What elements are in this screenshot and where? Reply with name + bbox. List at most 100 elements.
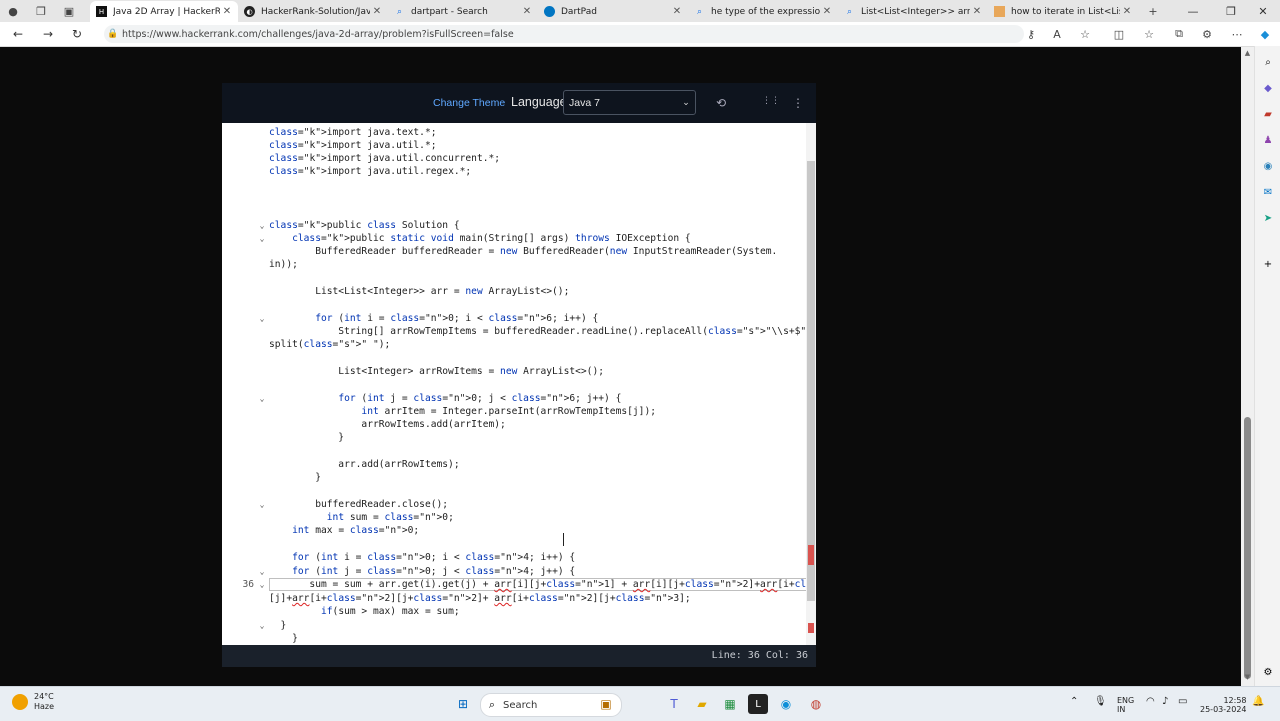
tab-dartpart-search[interactable]: ⌕ dartpart - Search ✕: [388, 1, 538, 22]
battery-icon[interactable]: ▭: [1178, 696, 1187, 707]
copilot-icon[interactable]: ◆: [1256, 25, 1274, 43]
fold-chevron-icon[interactable]: ⌄: [256, 619, 268, 632]
scroll-down-icon[interactable]: ▼: [1241, 673, 1254, 681]
toolbox-icon[interactable]: ▰: [1259, 106, 1277, 122]
tag-icon[interactable]: ◆: [1259, 80, 1277, 96]
code-line[interactable]: for (int i = class="n">0; i < class="n">…: [222, 551, 806, 564]
minimize-icon[interactable]: —: [1176, 0, 1210, 22]
page-scrollbar[interactable]: ▲ ▼: [1241, 47, 1254, 686]
change-theme-link[interactable]: Change Theme: [433, 97, 505, 109]
start-icon[interactable]: ⊞: [453, 694, 473, 714]
code-line[interactable]: ⌄ for (int j = class="n">0; j < class="n…: [222, 392, 806, 405]
clock[interactable]: 12:58 25-03-2024: [1200, 696, 1247, 714]
code-scrollbar-thumb[interactable]: [807, 161, 815, 601]
favorite-star-icon[interactable]: ☆: [1076, 25, 1094, 43]
code-line[interactable]: }: [222, 471, 806, 484]
close-icon[interactable]: ✕: [970, 6, 984, 17]
notification-bell-icon[interactable]: 🔔: [1252, 696, 1264, 707]
widget-icon[interactable]: ▣: [596, 694, 616, 714]
teams-icon[interactable]: T: [664, 694, 684, 714]
code-line[interactable]: arrRowItems.add(arrItem);: [222, 418, 806, 431]
outlook-icon[interactable]: ✉: [1259, 184, 1277, 200]
volume-icon[interactable]: ♪: [1162, 696, 1168, 707]
close-icon[interactable]: ✕: [820, 6, 834, 17]
code-line[interactable]: 36 ⌄ sum = sum + arr.get(i).get(j) + arr[…: [222, 578, 806, 591]
code-line[interactable]: arr.add(arrRowItems);: [222, 458, 806, 471]
fold-chevron-icon[interactable]: ⌄: [256, 392, 268, 405]
office-icon[interactable]: ◉: [1259, 158, 1277, 174]
code-line[interactable]: List<Integer> arrRowItems = new ArrayLis…: [222, 365, 806, 378]
fold-chevron-icon[interactable]: ⌄: [256, 565, 268, 578]
tab-list-search[interactable]: ⌕ List<List<Integer>> arr = new ✕: [838, 1, 988, 22]
code-line[interactable]: int sum = class="n">0;: [222, 511, 806, 524]
close-icon[interactable]: ✕: [220, 6, 234, 17]
back-icon[interactable]: ←: [8, 24, 28, 44]
code-line[interactable]: BufferedReader bufferedReader = new Buff…: [222, 245, 806, 258]
fold-chevron-icon[interactable]: ⌄: [256, 219, 268, 232]
close-icon[interactable]: ✕: [520, 6, 534, 17]
fold-chevron-icon[interactable]: ⌄: [256, 312, 268, 325]
forward-icon[interactable]: →: [38, 24, 58, 44]
favorites-icon[interactable]: ☆: [1140, 25, 1158, 43]
restore-icon[interactable]: ❐: [1214, 0, 1248, 22]
file-explorer-icon[interactable]: ▰: [692, 694, 712, 714]
code-line[interactable]: class="k">import java.util.regex.*;: [222, 165, 806, 178]
code-line[interactable]: class="k">import java.util.concurrent.*;: [222, 152, 806, 165]
code-line[interactable]: ⌄ for (int j = class="n">0; j < class="n…: [222, 565, 806, 578]
games-icon[interactable]: ♟: [1259, 132, 1277, 148]
tab-actions-icon[interactable]: ▣: [56, 0, 82, 22]
close-icon[interactable]: ✕: [670, 6, 684, 17]
code-scrollbar[interactable]: [806, 123, 816, 645]
code-line[interactable]: }: [222, 431, 806, 444]
tab-github[interactable]: ◐ HackerRank-Solution/Java/Jav ✕: [238, 1, 388, 22]
refresh-icon[interactable]: ↻: [67, 24, 87, 44]
collections-icon[interactable]: ⧉: [1170, 25, 1188, 43]
code-line[interactable]: ⌄ }: [222, 619, 806, 632]
fold-chevron-icon[interactable]: ⌄: [256, 578, 268, 591]
mic-icon[interactable]: 🎙: [1094, 696, 1107, 707]
code-line[interactable]: ⌄ bufferedReader.close();: [222, 498, 806, 511]
tab-java-2d-array[interactable]: H Java 2D Array | HackerRank ✕: [90, 1, 238, 22]
fullscreen-icon[interactable]: ⋮⋮: [762, 96, 780, 106]
code-line[interactable]: }: [222, 632, 806, 645]
code-line[interactable]: int max = class="n">0;: [222, 524, 806, 537]
url-field[interactable]: 🔒 https://www.hackerrank.com/challenges/…: [104, 25, 1024, 43]
code-line[interactable]: [j]+arr[i+class="n">2][j+class="n">2]+ a…: [222, 592, 806, 605]
app-l-icon[interactable]: L: [748, 694, 768, 714]
code-line[interactable]: ⌄ class="k">public class Solution {: [222, 219, 806, 232]
key-icon[interactable]: ⚷: [1022, 25, 1040, 43]
split-screen-icon[interactable]: ◫: [1110, 25, 1128, 43]
close-window-icon[interactable]: ✕: [1246, 0, 1280, 22]
tab-dartpad[interactable]: DartPad ✕: [538, 1, 688, 22]
code-line[interactable]: if(sum > max) max = sum;: [222, 605, 806, 618]
add-icon[interactable]: +: [1259, 256, 1277, 272]
workspaces-icon[interactable]: ❐: [28, 0, 54, 22]
code-editor[interactable]: class="k">import java.text.*; class="k">i…: [222, 123, 806, 645]
wifi-icon[interactable]: ◠: [1146, 696, 1155, 707]
profile-icon[interactable]: ●: [0, 0, 26, 22]
tray-chevron-icon[interactable]: ⌃: [1070, 696, 1078, 707]
search-icon[interactable]: ⌕: [1259, 54, 1277, 70]
language-select[interactable]: Java 7 ⌄: [563, 90, 696, 115]
store-icon[interactable]: ▦: [720, 694, 740, 714]
edge-browser-icon[interactable]: ◉: [776, 694, 796, 714]
drop-icon[interactable]: ➤: [1259, 210, 1277, 226]
code-line[interactable]: in));: [222, 258, 806, 271]
history-icon[interactable]: ⟲: [716, 96, 726, 110]
code-line[interactable]: int arrItem = Integer.parseInt(arrRowTem…: [222, 405, 806, 418]
chrome-icon[interactable]: ◍: [806, 694, 826, 714]
read-aloud-icon[interactable]: A: [1048, 25, 1066, 43]
code-line[interactable]: String[] arrRowTempItems = bufferedReade…: [222, 325, 806, 338]
tab-expression-search[interactable]: ⌕ he type of the expression mu ✕: [688, 1, 838, 22]
scrollbar-thumb[interactable]: [1244, 417, 1251, 679]
close-icon[interactable]: ✕: [1120, 6, 1134, 17]
code-line[interactable]: split(class="s">" ");: [222, 338, 806, 351]
new-tab-icon[interactable]: +: [1140, 0, 1166, 22]
code-line[interactable]: List<List<Integer>> arr = new ArrayList<…: [222, 285, 806, 298]
scroll-up-icon[interactable]: ▲: [1241, 49, 1254, 57]
more-options-icon[interactable]: ⋮: [792, 96, 804, 110]
fold-chevron-icon[interactable]: ⌄: [256, 232, 268, 245]
extensions-icon[interactable]: ⚙: [1198, 25, 1216, 43]
fold-chevron-icon[interactable]: ⌄: [256, 498, 268, 511]
code-line[interactable]: ⌄ class="k">public static void main(Stri…: [222, 232, 806, 245]
